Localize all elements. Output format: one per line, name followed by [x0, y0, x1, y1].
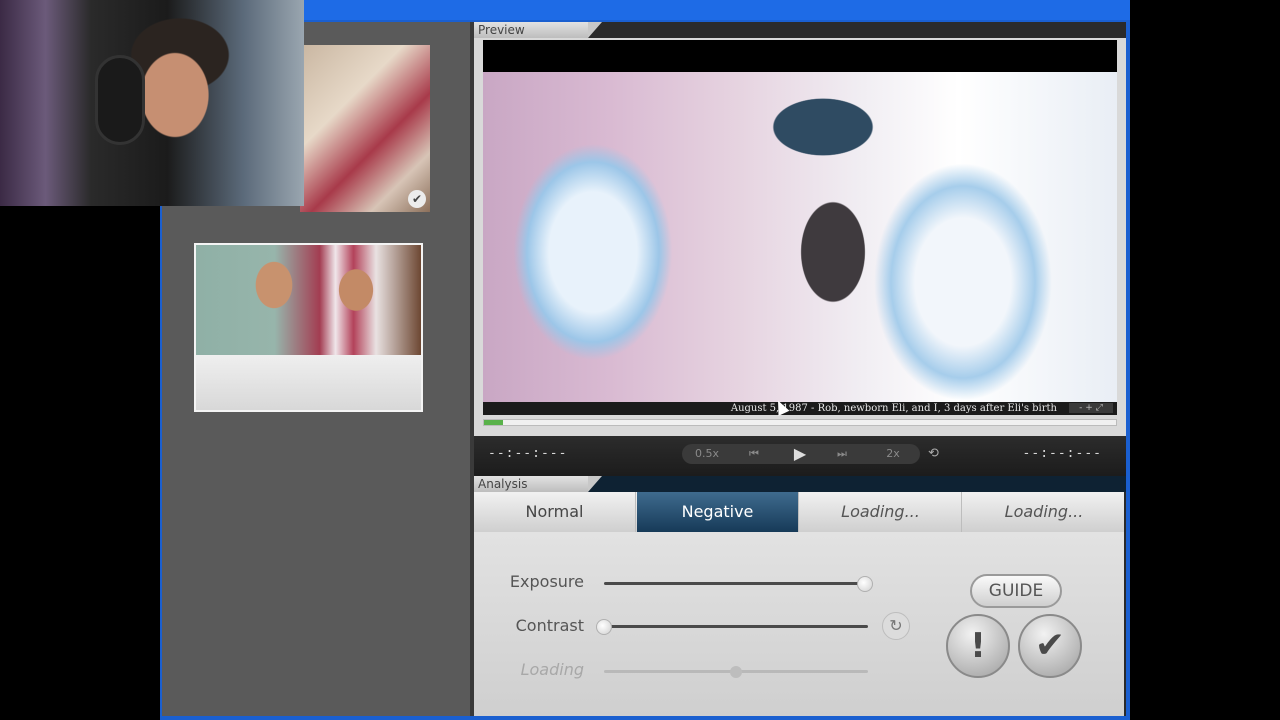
previous-frame-icon[interactable]: ⏮ [744, 444, 764, 464]
contrast-slider[interactable] [596, 619, 868, 635]
loading-slider-knob[interactable] [730, 666, 742, 678]
webcam-overlay [0, 0, 304, 206]
tab-loading-2[interactable]: Loading... [963, 492, 1125, 532]
progress-fill [484, 420, 503, 425]
confirm-checkmark-button[interactable]: ✔ [1018, 614, 1082, 678]
loading-slider-label: Loading [520, 660, 584, 679]
next-frame-icon[interactable]: ⏭ [832, 444, 852, 464]
play-icon[interactable]: ▶ [788, 444, 812, 464]
exposure-slider-knob[interactable] [857, 576, 874, 592]
photo-image [196, 245, 421, 410]
photo-bedsheet [196, 355, 421, 410]
contrast-slider-knob[interactable] [596, 619, 612, 635]
exposure-slider[interactable] [604, 576, 874, 592]
tab-negative[interactable]: Negative [637, 492, 799, 532]
loop-icon[interactable]: ⟲ [928, 446, 939, 461]
analysis-mode-tabs: Normal Negative Loading... Loading... [474, 492, 1124, 532]
title-bar[interactable] [300, 0, 1130, 20]
tab-normal[interactable]: Normal [474, 492, 636, 532]
current-time: --:--:--- [488, 446, 568, 461]
exposure-label: Exposure [509, 572, 584, 591]
negative-photo-image [483, 72, 1117, 402]
transport-controls: 0.5x ⏮ ▶ ⏭ 2x [682, 444, 920, 464]
fast-speed-button[interactable]: 2x [878, 444, 908, 464]
total-time: --:--:--- [1022, 446, 1102, 461]
contrast-label: Contrast [515, 616, 584, 635]
caption-bar: August 5, 1987 - Rob, newborn Eli, and I… [483, 402, 1117, 415]
playback-progress-bar[interactable] [483, 419, 1117, 426]
slow-speed-button[interactable]: 0.5x [692, 444, 722, 464]
loading-slider[interactable] [604, 666, 868, 678]
reset-icon[interactable]: ↻ [882, 612, 910, 640]
caption-controls[interactable]: - + ⤢ [1069, 403, 1113, 413]
headphones-icon [95, 55, 145, 145]
adjustment-controls: Exposure Contrast ↻ Loading GUIDE ! ✔ [474, 532, 1124, 716]
tab-loading-1[interactable]: Loading... [800, 492, 962, 532]
preview-viewport[interactable]: August 5, 1987 - Rob, newborn Eli, and I… [483, 40, 1117, 415]
transport-bar: --:--:--- 0.5x ⏮ ▶ ⏭ 2x ⟲ --:--:--- [474, 436, 1126, 476]
alert-button[interactable]: ! [946, 614, 1010, 678]
preview-section-label: Preview [474, 22, 602, 38]
photo-thumbnail-selected[interactable] [194, 243, 423, 412]
analysis-section-label: Analysis [474, 476, 602, 492]
photo-thumbnail[interactable]: ✔ [300, 45, 430, 212]
guide-button[interactable]: GUIDE [970, 574, 1062, 608]
checkmark-icon: ✔ [408, 190, 426, 208]
